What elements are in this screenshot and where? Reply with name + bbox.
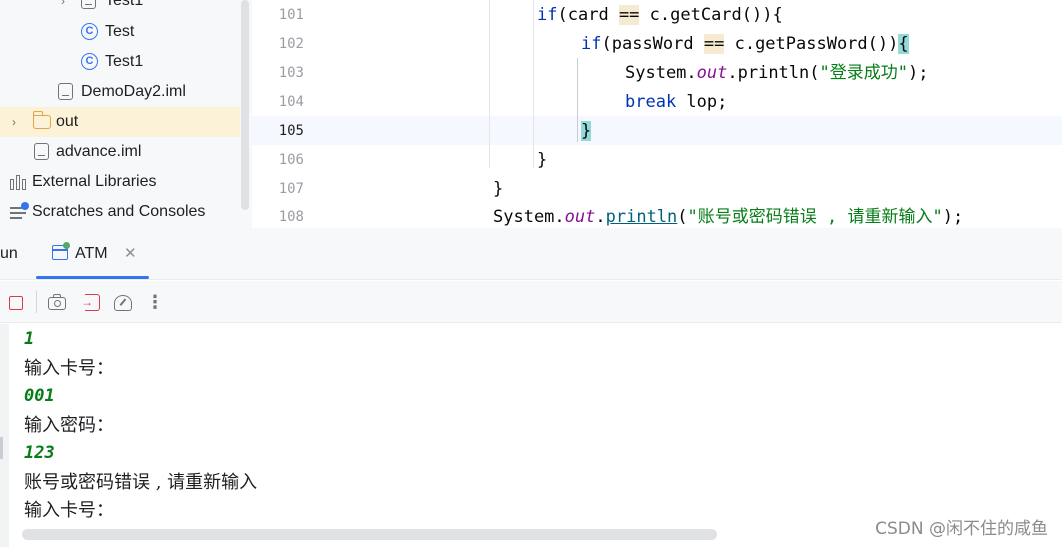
gutter-marker [0, 437, 3, 459]
code-line-current: 105 } [252, 117, 1062, 146]
code-line: 102 if(passWord == c.getPassWord()){ [252, 30, 1062, 59]
iml-file-icon [34, 143, 49, 160]
folder-icon [32, 111, 51, 129]
code-line: 104 break lop; [252, 88, 1062, 117]
tab-atm[interactable]: ATM ✕ [36, 228, 149, 280]
console-input-line: 1 [24, 329, 35, 349]
dump-threads-button[interactable] [47, 292, 67, 312]
java-class-icon: C [81, 23, 98, 40]
horizontal-scrollbar[interactable] [22, 529, 717, 540]
tree-item-test1-partial[interactable]: › Test1 [0, 0, 240, 16]
scratches-icon [10, 202, 29, 220]
project-tree: › Test1 C Test C Test1 DemoDay2.iml › ou… [0, 0, 252, 228]
console-output-line: 输入卡号： [24, 358, 114, 379]
line-number: 101 [278, 7, 304, 23]
code-text: System.out.println("账号或密码错误 , 请重新输入"); [493, 207, 964, 227]
code-text: if(card == c.getCard()){ [537, 5, 783, 25]
tree-scrollbar[interactable] [241, 0, 249, 210]
console-output-line: 输入密码： [24, 415, 114, 436]
run-tool-window-header: un ATM ✕ [0, 228, 1062, 280]
code-text: break lop; [625, 92, 728, 112]
chevron-right-icon[interactable]: › [8, 107, 20, 137]
console-input-line: 123 [24, 443, 55, 463]
code-text: } [537, 150, 548, 170]
tree-item-out[interactable]: › out [0, 107, 240, 137]
stop-button[interactable] [5, 292, 25, 312]
tree-item-label: Scratches and Consoles [32, 203, 206, 220]
tree-item-label: Test [105, 23, 135, 40]
line-number: 107 [278, 181, 304, 197]
tab-run-partial[interactable]: un [0, 228, 18, 280]
line-number: 103 [278, 65, 304, 81]
close-icon[interactable]: ✕ [124, 228, 137, 280]
tree-item-label: out [56, 113, 79, 130]
running-status-dot [63, 242, 70, 249]
more-options-icon[interactable]: ⋮ [145, 292, 165, 312]
console-input-line: 001 [24, 386, 55, 406]
library-icon [10, 174, 28, 190]
line-number: 102 [278, 36, 304, 52]
console-gutter [0, 324, 9, 547]
code-text: } [493, 179, 504, 199]
code-line: 107 } [252, 175, 1062, 204]
tab-label: ATM [75, 245, 108, 262]
tree-item-test1[interactable]: C Test1 [0, 47, 240, 77]
tree-item-advance-iml[interactable]: advance.iml [0, 137, 240, 167]
line-number: 105 [278, 123, 304, 139]
line-number: 104 [278, 94, 304, 110]
profiler-button[interactable] [113, 292, 133, 312]
tree-item-test[interactable]: C Test [0, 17, 240, 47]
console-output-line: 输入卡号： [24, 500, 114, 521]
code-editor[interactable]: 101 if(card == c.getCard()){ 102 if(pass… [252, 0, 1062, 228]
code-line: 101 if(card == c.getCard()){ [252, 1, 1062, 30]
tree-item-demoday2-iml[interactable]: DemoDay2.iml [0, 77, 240, 107]
tree-item-external-libraries[interactable]: External Libraries [0, 167, 240, 197]
stop-icon [9, 296, 23, 310]
run-toolbar: → ⋮ [0, 281, 1062, 323]
console-output-line: 账号或密码错误 , 请重新输入 [24, 472, 258, 493]
tree-item-label: External Libraries [32, 173, 157, 190]
active-tab-indicator [36, 276, 149, 279]
code-line: 106 } [252, 146, 1062, 175]
code-line: 108 System.out.println("账号或密码错误 , 请重新输入"… [252, 203, 1062, 228]
tree-item-label: advance.iml [56, 143, 142, 160]
java-class-icon: C [81, 53, 98, 70]
code-line: 103 System.out.println("登录成功"); [252, 59, 1062, 88]
tree-item-scratches[interactable]: Scratches and Consoles [0, 197, 240, 227]
tree-item-label: Test1 [105, 0, 144, 9]
chevron-right-icon[interactable]: › [57, 0, 69, 16]
line-number: 108 [278, 209, 304, 225]
tree-item-label: DemoDay2.iml [81, 83, 186, 100]
watermark: CSDN @闲不住的咸鱼 [875, 519, 1048, 539]
toolbar-separator [36, 291, 37, 313]
code-text: } [581, 121, 592, 141]
class-file-icon [81, 0, 96, 9]
code-text: if(passWord == c.getPassWord()){ [581, 34, 909, 54]
line-number: 106 [278, 152, 304, 168]
code-text: System.out.println("登录成功"); [625, 63, 929, 83]
tree-item-label: Test1 [105, 53, 144, 70]
iml-file-icon [58, 83, 73, 100]
exit-button[interactable]: → [81, 292, 101, 312]
